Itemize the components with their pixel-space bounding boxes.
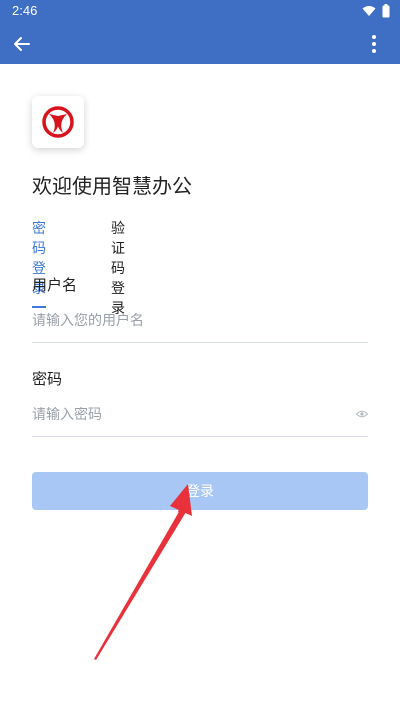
back-button[interactable]: [8, 30, 36, 58]
welcome-title: 欢迎使用智慧办公: [32, 174, 192, 198]
app-logo: [32, 96, 84, 148]
app-bar: [0, 24, 400, 64]
more-vert-icon: [372, 35, 376, 53]
brand-logo-icon: [42, 106, 74, 138]
status-time: 2:46: [12, 3, 38, 18]
battery-icon: [382, 4, 390, 18]
status-icons: [362, 4, 390, 18]
username-label: 用户名: [32, 276, 78, 294]
arrow-left-icon: [14, 37, 30, 51]
password-field-container: [32, 404, 368, 437]
more-options-button[interactable]: [368, 30, 380, 58]
username-input[interactable]: [32, 313, 332, 329]
username-field-container: [32, 310, 368, 343]
password-label: 密码: [32, 370, 63, 388]
eye-icon[interactable]: [356, 410, 368, 418]
status-bar: 2:46: [0, 0, 400, 24]
password-input[interactable]: [32, 407, 332, 423]
login-button[interactable]: 登录: [32, 472, 368, 510]
wifi-icon: [362, 6, 376, 16]
